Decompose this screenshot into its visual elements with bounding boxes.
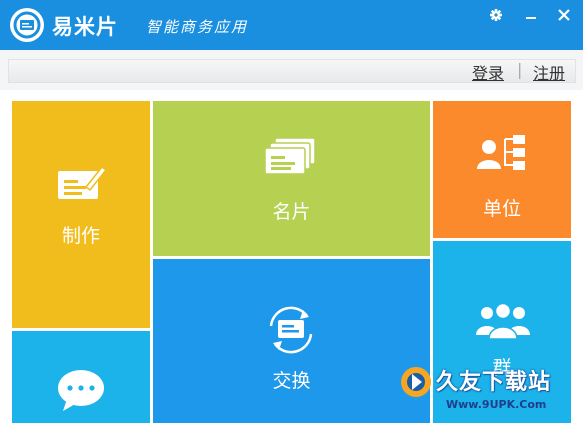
- gear-icon[interactable]: [485, 6, 507, 24]
- watermark-url: Www.9UPK.Com: [446, 398, 547, 411]
- app-logo-icon: [10, 8, 44, 42]
- edit-card-icon: [56, 163, 108, 207]
- watermark-text: 久友下载站: [436, 370, 552, 395]
- tile-exchange[interactable]: 交换: [153, 259, 430, 423]
- chat-bubble-icon: [57, 369, 105, 417]
- tile-cards-label: 名片: [272, 201, 311, 223]
- tile-make[interactable]: 制作: [12, 101, 150, 328]
- cards-stack-icon: [263, 136, 319, 184]
- title-bar: 易米片 智能商务应用: [0, 0, 583, 50]
- tile-make-label: 制作: [61, 225, 100, 247]
- register-link[interactable]: 注册: [533, 60, 565, 84]
- minimize-icon[interactable]: [520, 6, 542, 24]
- app-tagline: 智能商务应用: [146, 18, 249, 36]
- tile-message[interactable]: [12, 331, 150, 423]
- close-icon[interactable]: [553, 6, 575, 24]
- auth-separator: |: [517, 60, 523, 79]
- org-chart-icon: [477, 133, 529, 181]
- tile-unit[interactable]: 单位: [433, 101, 571, 238]
- tile-exchange-label: 交换: [272, 370, 311, 392]
- exchange-card-icon: [263, 304, 319, 360]
- login-link[interactable]: 登录: [472, 60, 504, 84]
- app-name: 易米片: [52, 15, 118, 39]
- account-bar: 登录 | 注册: [0, 50, 583, 90]
- group-people-icon: [475, 301, 531, 345]
- tile-unit-label: 单位: [482, 198, 521, 220]
- tile-cards[interactable]: 名片: [153, 101, 430, 256]
